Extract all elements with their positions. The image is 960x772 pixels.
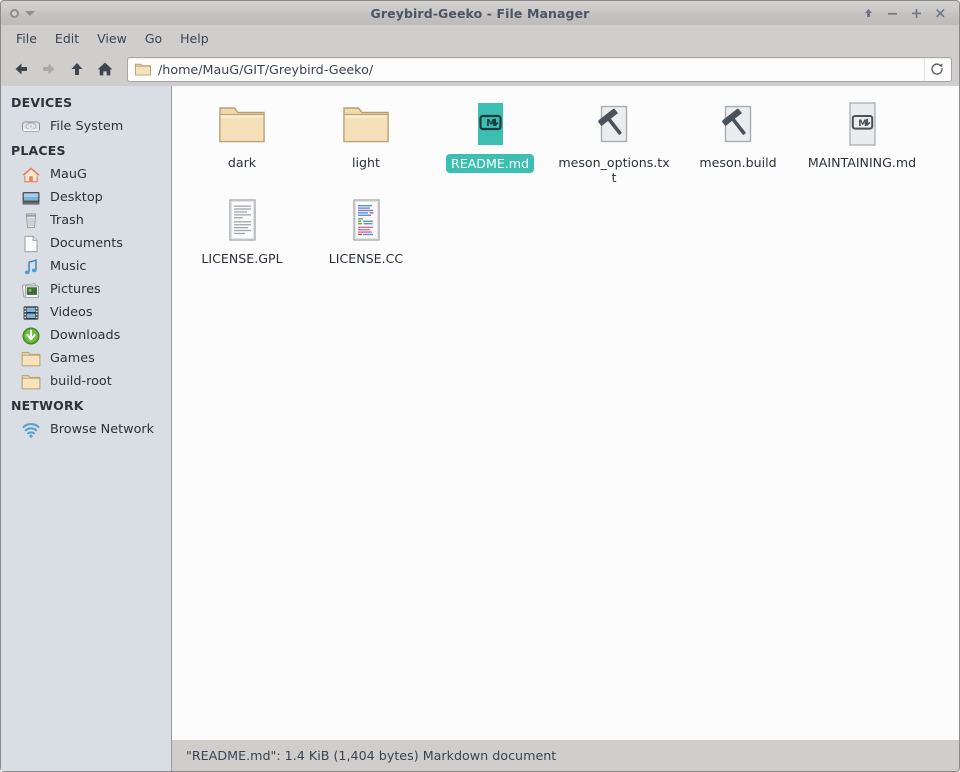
- text-document-icon: [218, 196, 266, 244]
- sidebar-item-label: File System: [50, 119, 124, 134]
- close-button[interactable]: [934, 6, 947, 20]
- status-text: "README.md": 1.4 KiB (1,404 bytes) Markd…: [186, 748, 557, 763]
- sidebar-item-browse-network[interactable]: Browse Network: [1, 418, 171, 441]
- film-icon: [21, 303, 41, 323]
- titlebar[interactable]: Greybird-Geeko - File Manager: [0, 0, 960, 25]
- file-label: light: [352, 155, 380, 170]
- download-icon: [21, 326, 41, 346]
- file-manager-window: Greybird-Geeko - File Manager File Edit …: [0, 0, 960, 772]
- sidebar-item-label: Music: [50, 259, 87, 274]
- build-hammer-icon: [714, 100, 762, 148]
- titlebar-left-controls: [1, 8, 71, 18]
- folder-icon: [21, 349, 41, 369]
- file-pane[interactable]: dark light M README.md meson_options.txt…: [172, 86, 959, 740]
- path-value[interactable]: /home/MauG/GIT/Greybird-Geeko/: [158, 62, 924, 77]
- shade-button[interactable]: [862, 6, 875, 20]
- sidebar-item-label: Trash: [50, 213, 84, 228]
- sidebar-item-games[interactable]: Games: [1, 347, 171, 370]
- harddisk-icon: [21, 117, 41, 137]
- sidebar-item-documents[interactable]: Documents: [1, 232, 171, 255]
- file-label: LICENSE.CC: [328, 251, 404, 266]
- sidebar-item-label: Downloads: [50, 328, 121, 343]
- back-button[interactable]: [8, 56, 34, 82]
- sidebar-heading-devices: DEVICES: [11, 95, 73, 110]
- window-control-buttons: [862, 6, 959, 20]
- sidebar-item-trash[interactable]: Trash: [1, 209, 171, 232]
- sidebar-item-videos[interactable]: Videos: [1, 301, 171, 324]
- music-note-icon: [21, 257, 41, 277]
- forward-button[interactable]: [36, 56, 62, 82]
- main-area: DEVICES File System PLACES MauG Desktop …: [0, 86, 960, 740]
- sidebar-item-label: MauG: [50, 167, 87, 182]
- sidebar-item-maug[interactable]: MauG: [1, 163, 171, 186]
- window-title: Greybird-Geeko - File Manager: [370, 5, 590, 21]
- sidebar-heading-places: PLACES: [11, 143, 66, 158]
- sidebar-item-build-root[interactable]: build-root: [1, 370, 171, 393]
- sidebar: DEVICES File System PLACES MauG Desktop …: [1, 86, 172, 740]
- file-item-readme-md[interactable]: M README.md: [428, 96, 552, 192]
- sidebar-item-label: build-root: [50, 374, 112, 389]
- folder-icon: [218, 100, 266, 148]
- home-icon: [21, 165, 41, 185]
- menubar: File Edit View Go Help: [0, 25, 960, 52]
- sidebar-heading-network: NETWORK: [11, 398, 84, 413]
- markdown-icon: M: [838, 100, 886, 148]
- sidebar-item-label: Documents: [50, 236, 123, 251]
- menu-help[interactable]: Help: [171, 28, 218, 49]
- sidebar-item-file-system[interactable]: File System: [1, 115, 171, 138]
- file-item-light[interactable]: light: [304, 96, 428, 192]
- file-item-license-gpl[interactable]: LICENSE.GPL: [180, 192, 304, 273]
- folder-icon: [135, 62, 151, 76]
- icon-grid: dark light M README.md meson_options.txt…: [180, 96, 951, 273]
- file-item-maintaining-md[interactable]: M MAINTAINING.md: [800, 96, 924, 192]
- file-item-meson-build[interactable]: meson.build: [676, 96, 800, 192]
- path-entry[interactable]: /home/MauG/GIT/Greybird-Geeko/: [127, 56, 952, 82]
- menu-edit[interactable]: Edit: [46, 28, 88, 49]
- maximize-button[interactable]: [910, 6, 923, 20]
- file-label: dark: [227, 155, 257, 170]
- menu-go[interactable]: Go: [136, 28, 171, 49]
- up-button[interactable]: [64, 56, 90, 82]
- pictures-icon: [21, 280, 41, 300]
- sidebar-item-label: Desktop: [50, 190, 103, 205]
- menu-file[interactable]: File: [7, 28, 46, 49]
- markdown-icon: M: [466, 100, 514, 148]
- sidebar-item-downloads[interactable]: Downloads: [1, 324, 171, 347]
- sidebar-item-label: Games: [50, 351, 95, 366]
- sidebar-item-label: Videos: [50, 305, 93, 320]
- sidebar-item-desktop[interactable]: Desktop: [1, 186, 171, 209]
- sidebar-item-label: Browse Network: [50, 422, 155, 437]
- reload-icon[interactable]: [924, 57, 949, 81]
- folder-icon: [21, 372, 41, 392]
- network-icon: [21, 420, 41, 440]
- chevron-down-icon[interactable]: [25, 10, 35, 16]
- toolbar: /home/MauG/GIT/Greybird-Geeko/: [0, 52, 960, 86]
- file-label: meson.build: [699, 155, 777, 170]
- file-label: LICENSE.GPL: [201, 251, 283, 266]
- trash-icon: [21, 211, 41, 231]
- document-icon: [21, 234, 41, 254]
- minimize-button[interactable]: [886, 6, 899, 20]
- desktop-icon: [21, 188, 41, 208]
- menu-view[interactable]: View: [88, 28, 136, 49]
- home-button[interactable]: [92, 56, 118, 82]
- file-item-dark[interactable]: dark: [180, 96, 304, 192]
- file-item-meson-options-txt[interactable]: meson_options.txt: [552, 96, 676, 192]
- file-item-license-cc[interactable]: LICENSE.CC: [304, 192, 428, 273]
- sidebar-item-label: Pictures: [50, 282, 101, 297]
- build-hammer-icon: [590, 100, 638, 148]
- folder-icon: [342, 100, 390, 148]
- file-label: README.md: [445, 154, 535, 173]
- statusbar: "README.md": 1.4 KiB (1,404 bytes) Markd…: [0, 740, 960, 772]
- sidebar-item-pictures[interactable]: Pictures: [1, 278, 171, 301]
- statusbar-sidebar-spacer: [1, 740, 172, 771]
- file-label: meson_options.txt: [558, 155, 670, 185]
- source-document-icon: [342, 196, 390, 244]
- window-menu-icon[interactable]: [10, 8, 19, 18]
- sidebar-item-music[interactable]: Music: [1, 255, 171, 278]
- file-label: MAINTAINING.md: [807, 155, 917, 170]
